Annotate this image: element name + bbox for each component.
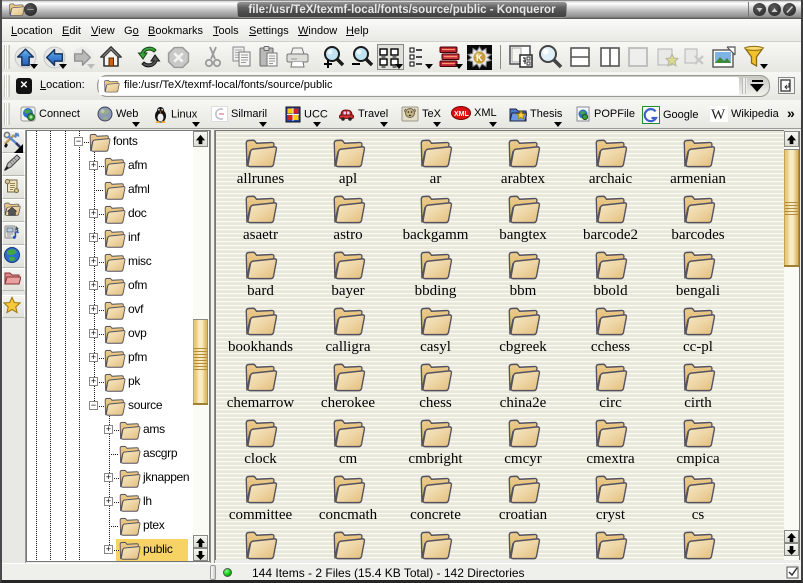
svg-text:W: W — [711, 107, 726, 122]
svg-text:XML: XML — [454, 111, 470, 118]
svg-text:K: K — [476, 53, 483, 63]
